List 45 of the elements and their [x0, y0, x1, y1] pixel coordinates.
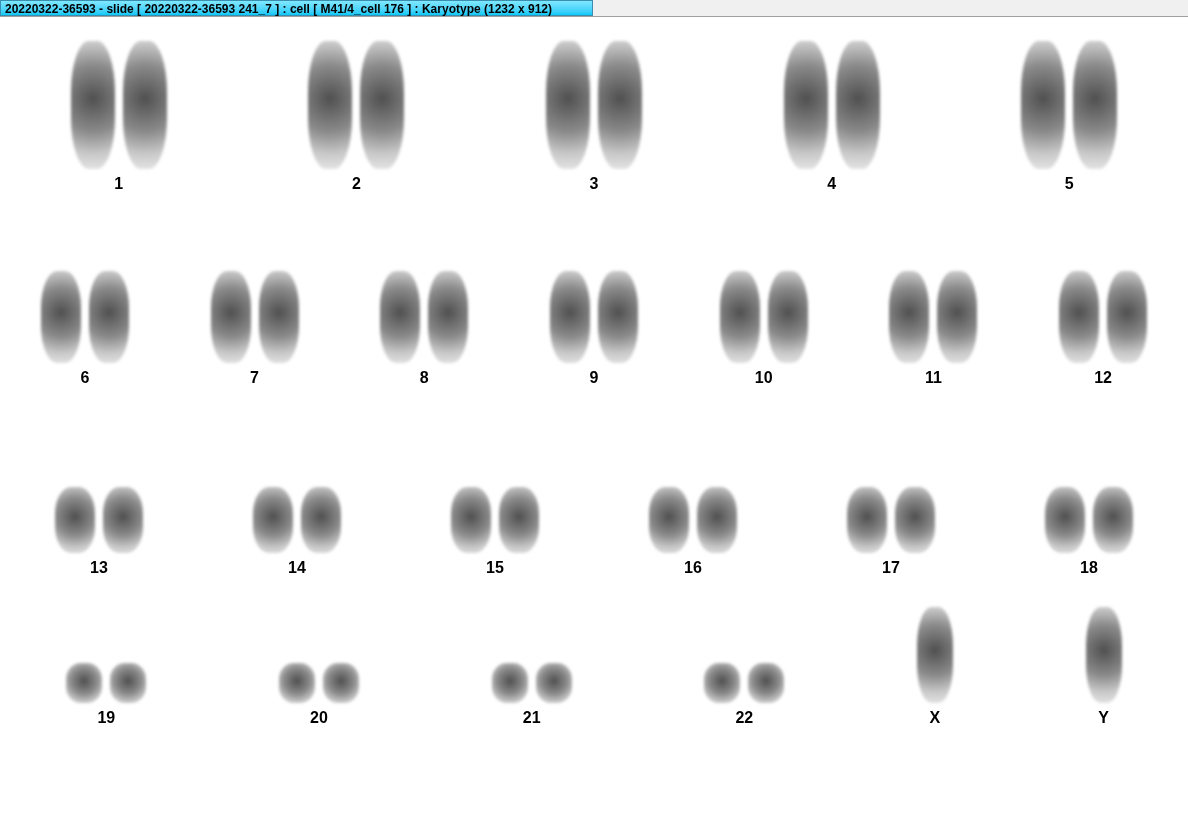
- chromosome-label: 20: [310, 709, 328, 727]
- chromosome-label: 5: [1064, 175, 1074, 193]
- chromosome-drawing: [55, 487, 95, 553]
- chromosome-drawing: [847, 487, 887, 553]
- chromosome-drawing: [301, 487, 341, 553]
- chromosome-drawing: [499, 487, 539, 553]
- chromosome-drawing: [103, 487, 143, 553]
- chromosome-label: 13: [90, 559, 108, 577]
- chromosome-drawing: [66, 663, 103, 703]
- chromosome-label: 10: [754, 369, 773, 387]
- chromosome-drawing: [704, 663, 741, 703]
- chromosome-label: 17: [882, 559, 900, 577]
- chromosome-label: 4: [827, 175, 837, 193]
- chromosome-drawing: [535, 663, 572, 703]
- chromosome-label: 9: [589, 369, 599, 387]
- chromosome-label: 21: [522, 709, 541, 727]
- chromosome-drawing: [649, 487, 689, 553]
- chromosome-label: Y: [1098, 709, 1109, 727]
- chromosome-label: 8: [419, 369, 429, 387]
- chromosome-drawing: [451, 487, 491, 553]
- chromosome-label: 18: [1080, 559, 1098, 577]
- window-title: 20220322-36593 - slide [ 20220322-36593 241_7 ] : cell [ M41/4_cell 176 ] : Karyotype (1232 x 912): [0, 0, 593, 16]
- chromosome-drawing: [1045, 487, 1085, 553]
- chromosome-label: 11: [924, 369, 942, 387]
- chromosome-drawing: [748, 663, 785, 703]
- chromosome-drawing: [1093, 487, 1133, 553]
- chromosome-label: 6: [80, 369, 90, 387]
- chromosome-label: 12: [1094, 369, 1112, 387]
- chromosome-label: 14: [288, 559, 306, 577]
- chromosome-drawing: [110, 663, 147, 703]
- chromosome-label: 15: [486, 559, 504, 577]
- chromosome-label: X: [929, 709, 941, 727]
- chromosome-label: 19: [97, 709, 116, 727]
- chromosome-label: 22: [735, 709, 754, 727]
- chromosome-label: 3: [589, 175, 599, 193]
- chromosome-label: 1: [114, 175, 124, 193]
- chromosome-drawing: [253, 487, 293, 553]
- chromosome-drawing: [697, 487, 737, 553]
- chromosome-label: 7: [250, 369, 259, 387]
- chromosome-drawing: [279, 663, 315, 703]
- chromosome-drawing: [895, 487, 935, 553]
- chromosome-label: 16: [684, 559, 702, 577]
- chromosome-drawing: [323, 663, 359, 703]
- chromosome-drawing: [491, 663, 528, 703]
- chromosome-label: 2: [351, 175, 361, 193]
